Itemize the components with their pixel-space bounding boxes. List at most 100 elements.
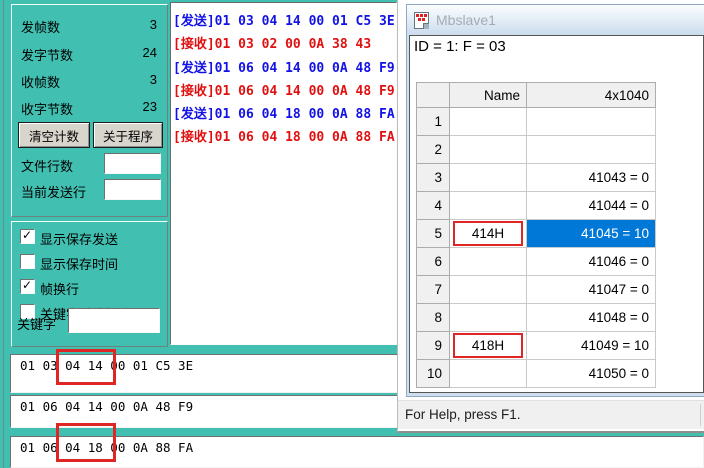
grid-row: 8 41048 = 0 (417, 304, 656, 332)
grid-row: 3 41043 = 0 (417, 164, 656, 192)
stat-label: 收字节数 (21, 102, 73, 117)
keyword-label: 关键字 (17, 314, 56, 333)
current-send-line-field[interactable] (104, 179, 161, 200)
log-line: [接收]01 06 04 18 00 0A 88 FA (173, 126, 396, 149)
stat-sent-frames: 发帧数 3 (21, 17, 157, 33)
stats-group: 发帧数 3 发字节数 24 收帧数 3 收字节数 23 清空计数 关于程序 文件… (11, 4, 168, 217)
grid-row: 4 41044 = 0 (417, 192, 656, 220)
filter-group: 显示保存发送 显示保存时间 帧换行 关键字过滤接收 关键字 (11, 221, 168, 347)
log-bytes: 01 06 04 14 00 0A 48 F9 (215, 61, 395, 76)
log-bytes: 01 03 04 14 00 01 C5 3E (215, 14, 395, 29)
log-tag: [接收] (173, 37, 215, 52)
stat-label: 发帧数 (21, 20, 60, 35)
mbslave1-title-bar[interactable]: Mbslave1 (407, 5, 704, 35)
grid-row: 6 41046 = 0 (417, 248, 656, 276)
checkbox-label: 显示保存发送 (40, 229, 118, 248)
register-value[interactable] (527, 136, 656, 164)
row-number[interactable]: 4 (417, 192, 450, 220)
register-name: 414H (453, 221, 523, 246)
name-cell[interactable] (450, 304, 527, 332)
keyword-field[interactable] (68, 308, 160, 333)
log-tag: [发送] (173, 107, 215, 122)
stat-label: 收帧数 (21, 75, 60, 90)
log-line: [发送]01 03 04 14 00 01 C5 3E (173, 10, 396, 33)
row-number[interactable]: 8 (417, 304, 450, 332)
row-number[interactable]: 6 (417, 248, 450, 276)
grid-row: 7 41047 = 0 (417, 276, 656, 304)
row-number[interactable]: 1 (417, 108, 450, 136)
log-bytes: 01 06 04 14 00 0A 48 F9 (215, 84, 395, 99)
grid-header-name[interactable]: Name (450, 83, 527, 108)
register-name: 418H (453, 333, 523, 358)
annotation-box-0414 (56, 349, 116, 385)
row-number[interactable]: 2 (417, 136, 450, 164)
register-value[interactable]: 41050 = 0 (527, 360, 656, 388)
stat-label: 发字节数 (21, 48, 73, 63)
checkbox-row-show-save-send: 显示保存发送 (20, 228, 163, 246)
grid-row: 9 418H 41049 = 10 (417, 332, 656, 360)
log-line: [接收]01 03 02 00 0A 38 43 (173, 33, 396, 56)
register-value[interactable]: 41043 = 0 (527, 164, 656, 192)
log-bytes: 01 06 04 18 00 0A 88 FA (215, 130, 395, 145)
name-cell[interactable] (450, 164, 527, 192)
register-grid: Name 4x1040 1 2 3 41043 = 0 (416, 82, 656, 388)
grid-row: 10 41050 = 0 (417, 360, 656, 388)
mbslave1-document-window: Mbslave1 ID = 1: F = 03 Name 4x1040 1 2 (406, 4, 704, 397)
register-value[interactable]: 41047 = 0 (527, 276, 656, 304)
mbslave1-client-area: ID = 1: F = 03 Name 4x1040 1 2 (409, 35, 704, 393)
grid-header-address[interactable]: 4x1040 (527, 83, 656, 108)
register-value[interactable]: 41045 = 10 (527, 220, 656, 248)
checkbox-label: 显示保存时间 (40, 254, 118, 273)
log-tag: [发送] (173, 61, 215, 76)
row-number[interactable]: 7 (417, 276, 450, 304)
status-bar: For Help, press F1. (398, 400, 704, 429)
stat-recv-frames: 收帧数 3 (21, 72, 157, 88)
modbus-slave-main-window: Mbslave1 ID = 1: F = 03 Name 4x1040 1 2 (397, 0, 704, 433)
window-title: Mbslave1 (436, 12, 496, 28)
log-tag: [发送] (173, 14, 215, 29)
register-value[interactable]: 41046 = 0 (527, 248, 656, 276)
grid-row: 1 (417, 108, 656, 136)
log-tag: [接收] (173, 130, 215, 145)
grid-corner-cell[interactable] (417, 83, 450, 108)
name-cell[interactable] (450, 108, 527, 136)
checkbox-show-save-send[interactable] (20, 229, 35, 244)
row-number[interactable]: 10 (417, 360, 450, 388)
log-bytes: 01 06 04 18 00 0A 88 FA (215, 107, 395, 122)
stat-sent-bytes: 发字节数 24 (21, 45, 157, 61)
name-cell[interactable] (450, 248, 527, 276)
row-number[interactable]: 9 (417, 332, 450, 360)
checkbox-row-frame-newline: 帧换行 (20, 278, 163, 296)
comm-log-panel[interactable]: [发送]01 03 04 14 00 01 C5 3E [接收]01 03 02… (170, 2, 397, 345)
row-number[interactable]: 3 (417, 164, 450, 192)
stat-value: 24 (143, 45, 157, 60)
register-value[interactable]: 41048 = 0 (527, 304, 656, 332)
register-value[interactable]: 41049 = 10 (527, 332, 656, 360)
log-line: [发送]01 06 04 18 00 0A 88 FA (173, 103, 396, 126)
grid-row: 2 (417, 136, 656, 164)
checkbox-show-save-time[interactable] (20, 254, 35, 269)
stat-value: 23 (143, 99, 157, 114)
name-cell[interactable] (450, 360, 527, 388)
file-lines-label: 文件行数 (21, 156, 73, 175)
log-tag: [接收] (173, 84, 215, 99)
name-cell[interactable] (450, 192, 527, 220)
name-cell[interactable]: 414H (450, 220, 527, 248)
checkbox-frame-newline[interactable] (20, 279, 35, 294)
current-send-line-label: 当前发送行 (21, 182, 86, 201)
stat-value: 3 (150, 72, 157, 87)
clear-count-button[interactable]: 清空计数 (18, 122, 90, 148)
stat-value: 3 (150, 17, 157, 32)
register-value[interactable] (527, 108, 656, 136)
window-left-edge (3, 0, 4, 468)
name-cell[interactable] (450, 136, 527, 164)
name-cell[interactable]: 418H (450, 332, 527, 360)
about-program-button[interactable]: 关于程序 (93, 122, 163, 148)
row-number[interactable]: 5 (417, 220, 450, 248)
annotation-box-0418 (56, 423, 116, 462)
checkbox-label: 帧换行 (40, 279, 79, 298)
log-bytes: 01 03 02 00 0A 38 43 (215, 37, 372, 52)
name-cell[interactable] (450, 276, 527, 304)
register-value[interactable]: 41044 = 0 (527, 192, 656, 220)
file-lines-field[interactable] (104, 153, 161, 174)
